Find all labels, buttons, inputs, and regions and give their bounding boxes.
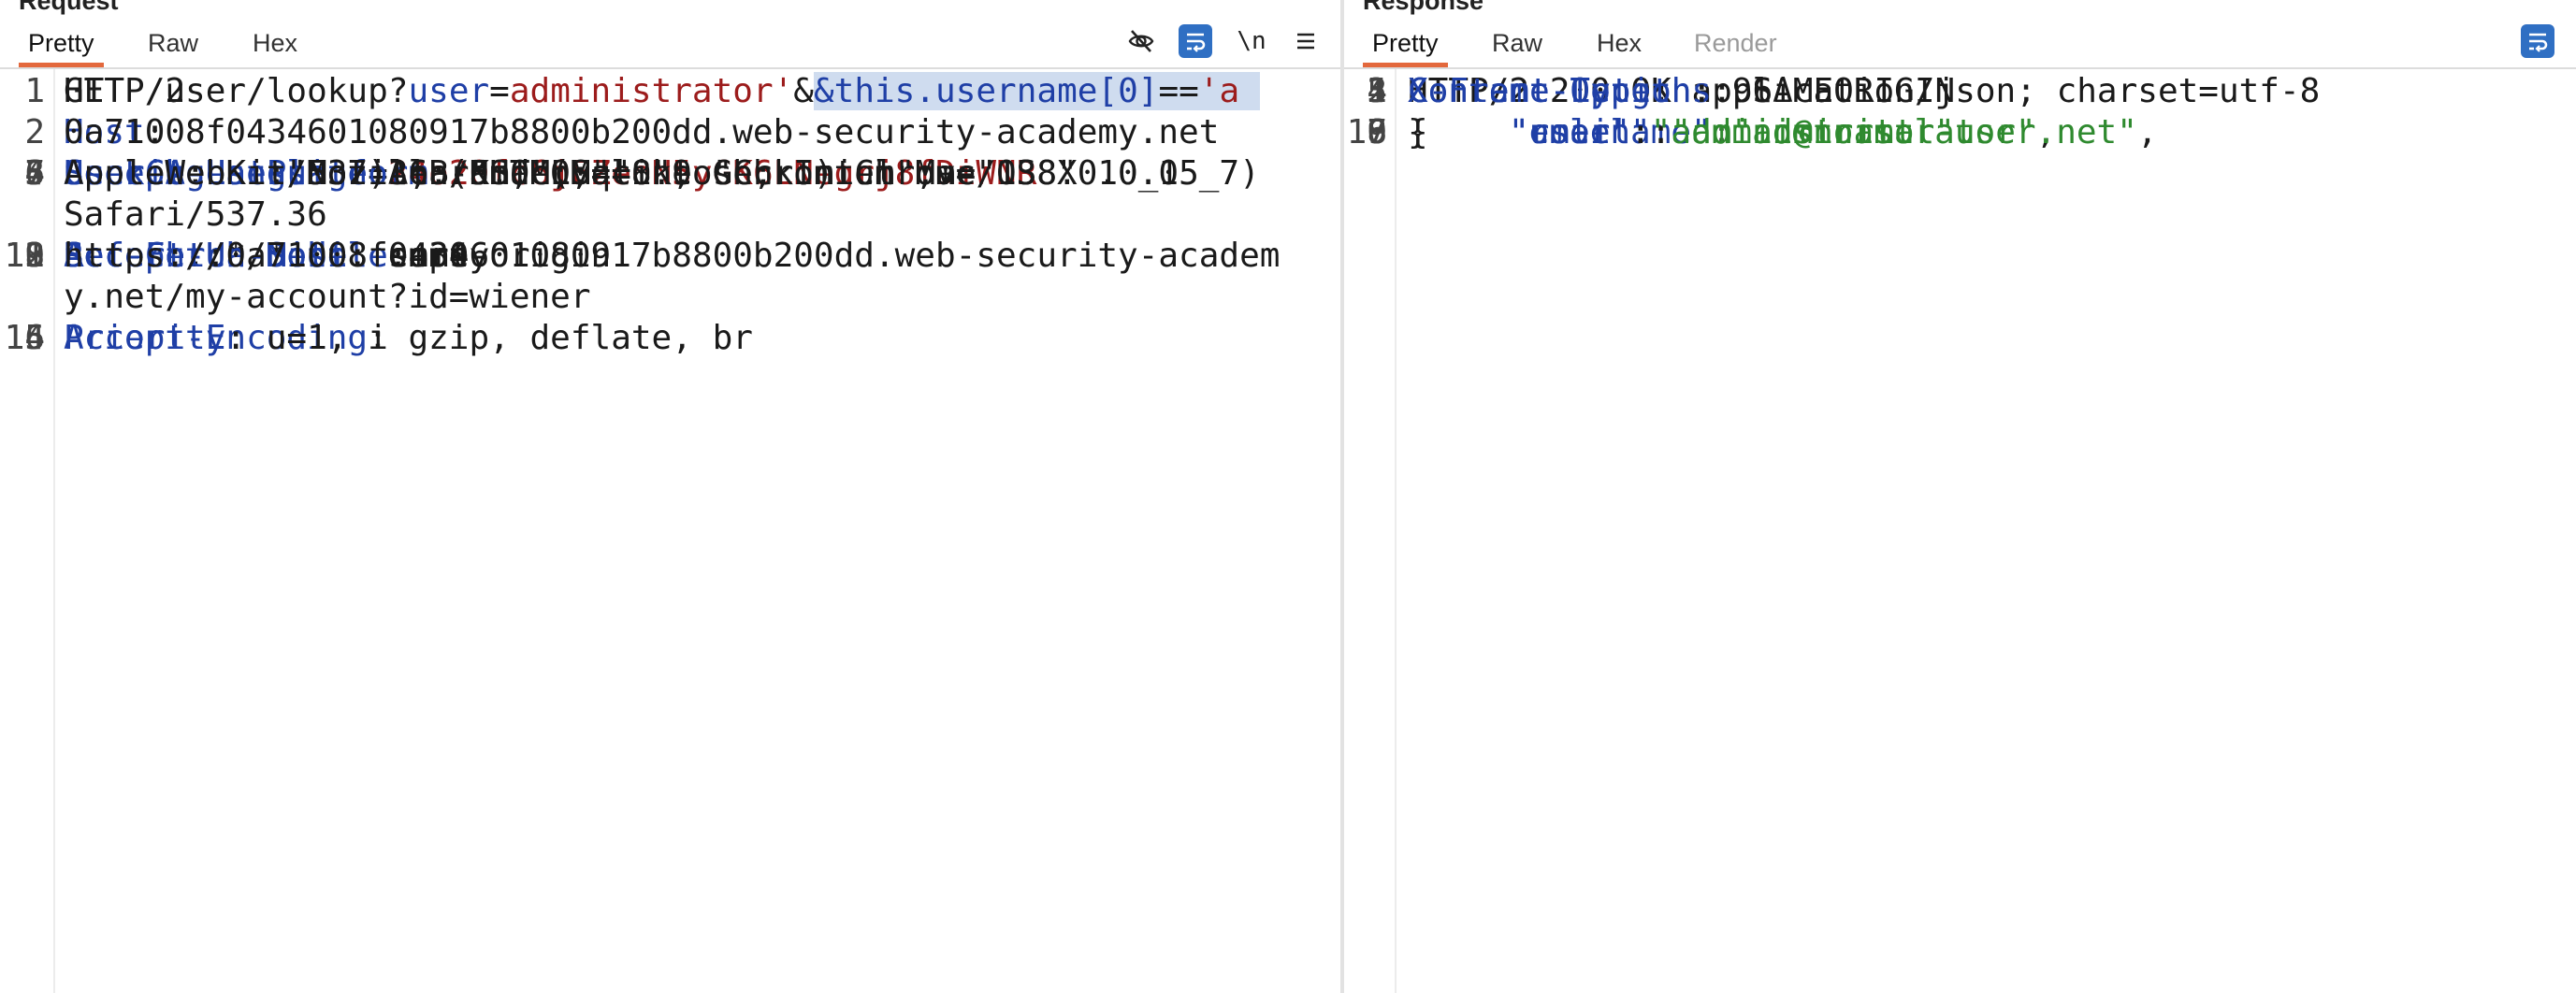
response-tab-hex[interactable]: Hex (1587, 0, 1651, 65)
line-number: 16 (4, 319, 45, 357)
json-value: "administrator" (1650, 113, 1955, 151)
response-tab-pretty[interactable]: Pretty (1363, 0, 1448, 67)
request-pane: Request Pretty Raw Hex \n 1 GET /user/lo… (0, 0, 1340, 993)
response-pane: Response Pretty Raw Hex Render 1 HTTP/2 … (1344, 0, 2576, 993)
hamburger-menu-icon[interactable] (1289, 24, 1323, 58)
line-number: 10 (1346, 113, 1387, 151)
request-line-7-wrap-1: AppleWebKit/537.36 (KHTML, like Gecko) C… (64, 154, 1179, 193)
request-editor[interactable]: 1 GET /user/lookup?user=administrator'&&… (0, 71, 1340, 993)
request-tab-raw[interactable]: Raw (138, 0, 208, 65)
request-line-13-wrap-2: y.net/my-account?id=wiener (64, 278, 591, 316)
wrap-lines-icon[interactable] (2521, 24, 2554, 58)
response-tab-raw[interactable]: Raw (1483, 0, 1552, 65)
json-comma: , (2136, 113, 2158, 151)
json-key: "role" (1509, 113, 1631, 151)
request-tabbar: Pretty Raw Hex \n (0, 0, 1340, 69)
eye-slash-icon[interactable] (1124, 24, 1158, 58)
line-number: 5 (1367, 72, 1387, 110)
request-line-13-wrap-1: https://0a71008f0434601080917b8800b200dd… (64, 237, 1281, 275)
wrap-lines-icon[interactable] (1179, 24, 1212, 58)
request-line-16: 16 (0, 318, 1340, 359)
response-editor[interactable]: 1 HTTP/2 200 OK 2 Content-Type: applicat… (1344, 71, 2576, 993)
request-line-7-wrap-2: Safari/537.36 (64, 195, 327, 234)
request-tab-hex[interactable]: Hex (243, 0, 307, 65)
json-colon: : (1630, 113, 1651, 151)
response-tabbar: Pretty Raw Hex Render (1344, 0, 2576, 69)
request-line-2-wrap: 0a71008f0434601080917b8800b200dd.web-sec… (64, 113, 1220, 151)
request-tab-pretty[interactable]: Pretty (19, 0, 104, 67)
newline-toggle-button[interactable]: \n (1235, 24, 1268, 58)
response-tab-render[interactable]: Render (1685, 0, 1787, 65)
request-line-1-wrap: HTTP/2 (64, 72, 186, 110)
json-close-brace: } (1408, 113, 1428, 151)
response-line-5: 5 (1344, 71, 2576, 112)
